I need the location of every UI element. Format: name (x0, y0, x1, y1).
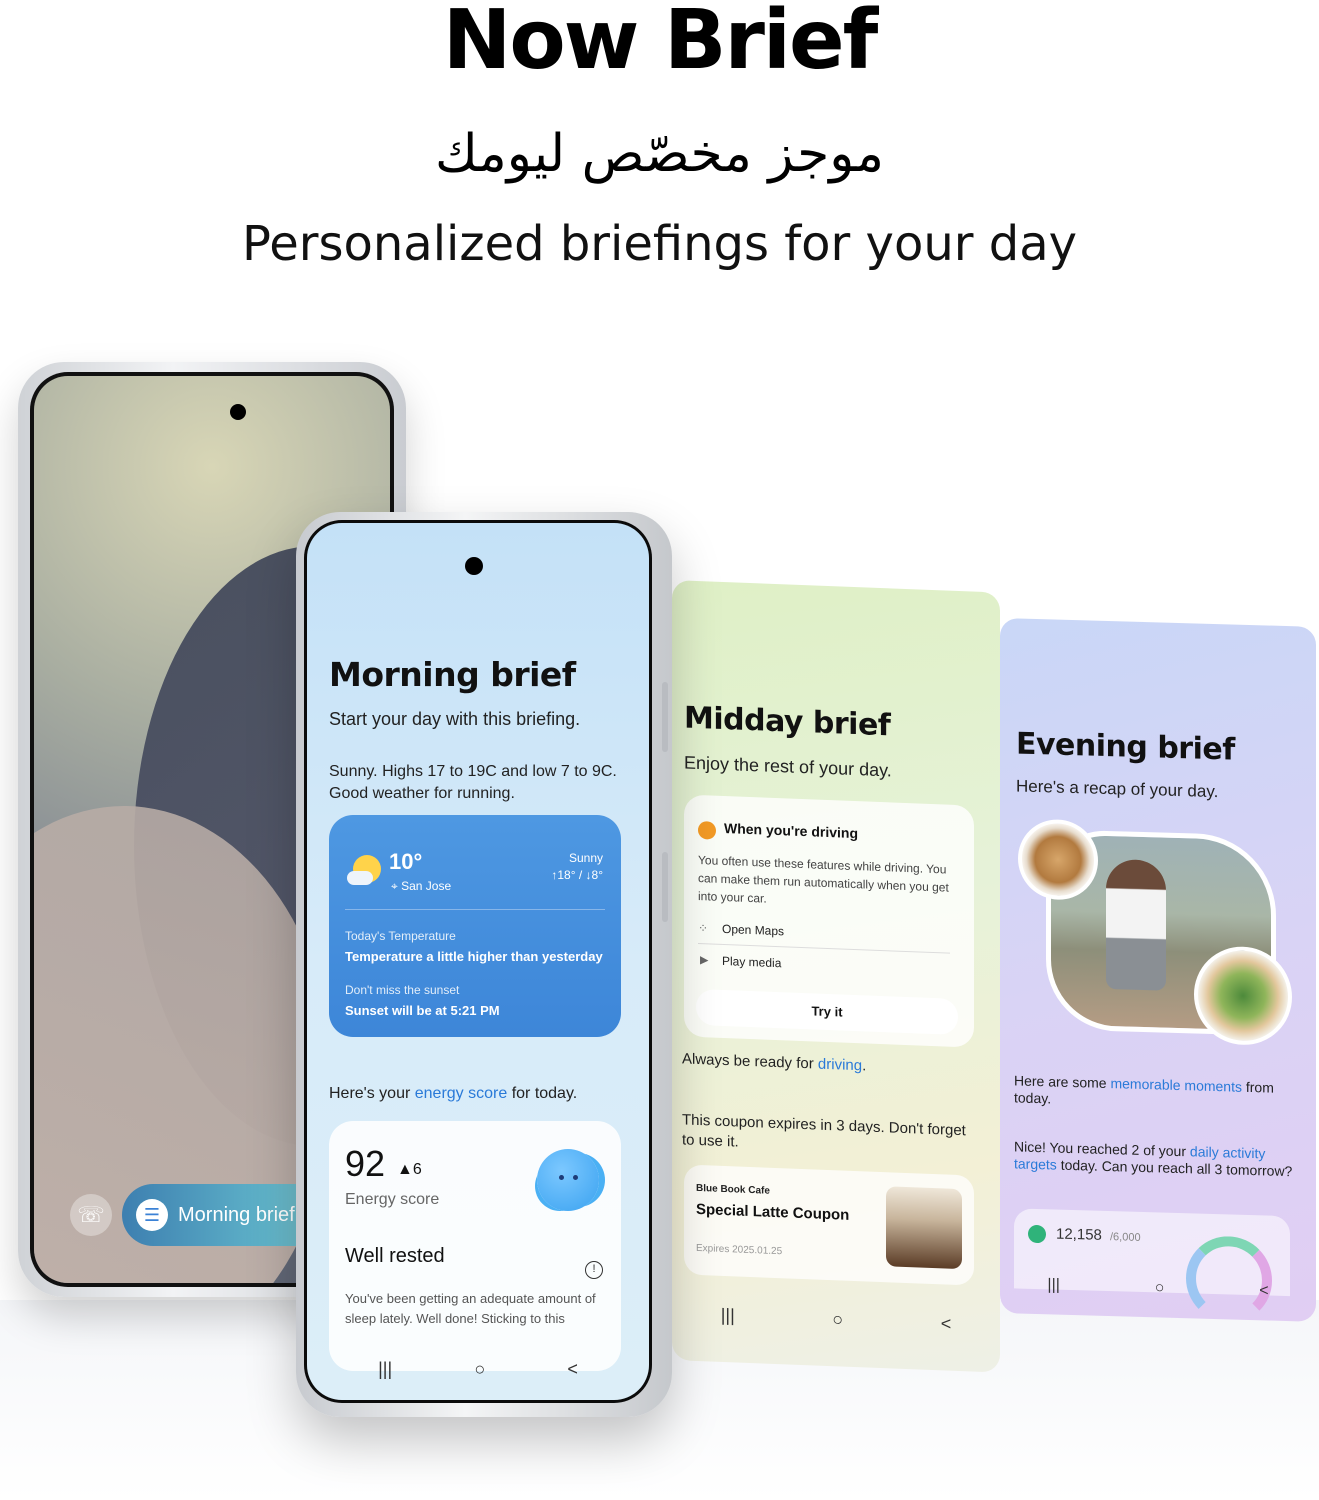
ready-text-pre: Always be ready for (682, 1050, 818, 1073)
moments-text-pre: Here are some (1014, 1072, 1111, 1092)
ready-text-post: . (862, 1057, 867, 1075)
hero-arabic-subtitle: موجز مخصّص ليومك (435, 124, 884, 184)
coupon-card[interactable]: Blue Book Cafe Special Latte Coupon Expi… (684, 1164, 974, 1286)
driving-suggestion: When you're driving You often use these … (684, 794, 974, 1048)
latte-image (886, 1186, 962, 1270)
energy-intro-pre: Here's your (329, 1085, 415, 1102)
divider (698, 942, 950, 954)
sleep-status: Well rested (345, 1245, 445, 1267)
hero-title: Now Brief (442, 0, 879, 88)
divider (345, 909, 605, 910)
activity-text: Nice! You reached 2 of your daily activi… (1014, 1138, 1300, 1180)
evening-title: Evening brief (1016, 726, 1235, 768)
energy-score-delta: ▲6 (397, 1161, 422, 1178)
car-icon (698, 820, 716, 840)
current-temp: 10° (389, 849, 423, 874)
memorable-moments-link[interactable]: memorable moments (1110, 1075, 1242, 1095)
info-icon[interactable]: ! (585, 1261, 603, 1279)
sunny-icon (347, 853, 383, 889)
memories-collage[interactable] (1018, 818, 1292, 1057)
back-icon[interactable]: < (1259, 1282, 1268, 1300)
recents-icon[interactable]: ||| (1047, 1276, 1059, 1294)
option-play-media[interactable]: Play media (722, 954, 781, 970)
steps-icon (1028, 1224, 1046, 1244)
driving-desc: You often use these features while drivi… (698, 852, 949, 906)
energy-score-label: Energy score (345, 1191, 440, 1208)
front-phone: Morning brief Start your day with this b… (296, 512, 672, 1417)
energy-mascot-icon (537, 1149, 599, 1211)
recents-icon[interactable]: ||| (378, 1359, 392, 1380)
high-low: ↑18° / ↓8° (551, 868, 603, 882)
temperature-label: Today's Temperature (345, 929, 456, 943)
coupon-name: Special Latte Coupon (696, 1200, 850, 1224)
midday-subtitle: Enjoy the rest of your day. (684, 752, 892, 781)
home-icon[interactable]: ○ (1155, 1279, 1165, 1297)
coupon-shop: Blue Book Cafe (696, 1182, 770, 1197)
moments-text: Here are some memorable moments from tod… (1014, 1072, 1300, 1114)
midday-navbar: ||| ○ < (672, 1298, 1000, 1341)
home-icon[interactable]: ○ (474, 1359, 485, 1380)
front-navbar: ||| ○ < (307, 1354, 649, 1384)
coupon-reminder: This coupon expires in 3 days. Don't for… (682, 1111, 966, 1151)
front-phone-screen: Morning brief Start your day with this b… (304, 520, 652, 1403)
try-it-button[interactable]: Try it (696, 988, 958, 1035)
play-icon: ▶ (700, 954, 709, 967)
weather-condition: Sunny (568, 851, 603, 865)
sleep-desc: You've been getting an adequate amount o… (345, 1291, 596, 1326)
coupon-expiry: Expires 2025.01.25 (696, 1242, 783, 1258)
volume-button (662, 682, 668, 752)
location-pin-icon: ⌖ (391, 879, 402, 893)
back-icon[interactable]: < (567, 1359, 578, 1380)
recents-icon[interactable]: ||| (721, 1304, 735, 1326)
energy-intro-post: for today. (507, 1085, 578, 1102)
morning-brief-screen: Morning brief Start your day with this b… (307, 523, 649, 1400)
morning-brief-pill-label: Morning brief (178, 1204, 295, 1226)
ready-text: Always be ready for driving. (682, 1050, 866, 1074)
memory-photo-coffee (1018, 818, 1098, 901)
energy-score-value: 92 (345, 1143, 386, 1184)
driving-link[interactable]: driving (818, 1056, 862, 1075)
morning-subtitle: Start your day with this briefing. (329, 709, 581, 729)
weather-card[interactable]: 10° ⌖ San Jose Sunny ↑18° / ↓8° Today's … (329, 815, 621, 1037)
person-figure (1106, 858, 1166, 991)
midday-brief-card: Midday brief Enjoy the rest of your day.… (672, 580, 1000, 1373)
energy-score-card[interactable]: 92 ▲6 Energy score Well rested ! You've … (329, 1121, 621, 1371)
steps-goal: /6,000 (1110, 1231, 1141, 1244)
back-icon[interactable]: < (941, 1313, 952, 1334)
morning-title: Morning brief (329, 655, 576, 694)
driving-title: When you're driving (724, 819, 859, 842)
evening-subtitle: Here's a recap of your day. (1016, 776, 1219, 802)
energy-score-link[interactable]: energy score (415, 1085, 508, 1102)
phone-icon[interactable]: ☏ (70, 1194, 112, 1236)
maps-icon: ⁘ (698, 920, 709, 936)
home-icon[interactable]: ○ (832, 1309, 843, 1330)
camera-hole (230, 404, 246, 420)
power-button (662, 852, 668, 922)
camera-hole (465, 557, 483, 575)
brief-icon: ☰ (136, 1199, 168, 1231)
energy-intro: Here's your energy score for today. (329, 1085, 577, 1103)
weather-summary: Sunny. Highs 17 to 19C and low 7 to 9C. … (329, 763, 617, 802)
temperature-value: Temperature a little higher than yesterd… (345, 949, 603, 964)
option-open-maps[interactable]: Open Maps (722, 922, 784, 938)
city-name: San Jose (401, 879, 452, 893)
sunset-label: Don't miss the sunset (345, 983, 460, 997)
steps-count: 12,158 (1056, 1225, 1102, 1244)
hero-subtitle: Personalized briefings for your day (241, 216, 1078, 272)
sunset-value: Sunset will be at 5:21 PM (345, 1003, 500, 1018)
location: ⌖ San Jose (391, 879, 451, 894)
evening-brief-card: Evening brief Here's a recap of your day… (1000, 618, 1316, 1322)
midday-title: Midday brief (684, 700, 891, 744)
